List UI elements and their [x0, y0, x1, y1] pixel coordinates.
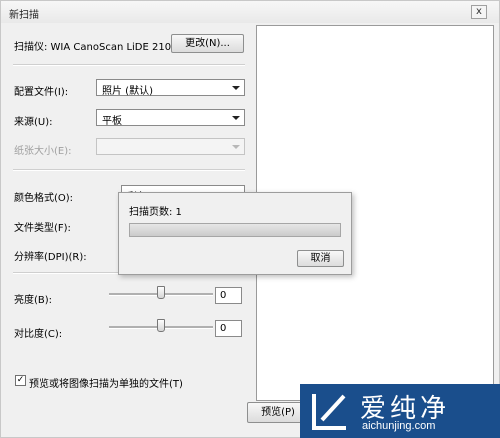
paper-size-dropdown[interactable]: [96, 138, 245, 155]
pages-scanned-label: 扫描页数: 1: [129, 207, 182, 218]
brightness-slider-thumb[interactable]: [157, 286, 165, 299]
contrast-slider-thumb[interactable]: [157, 319, 165, 332]
chevron-down-icon: [232, 145, 240, 149]
source-value: 平板: [102, 116, 122, 127]
separator: [13, 169, 245, 171]
change-scanner-button[interactable]: 更改(N)...: [171, 34, 244, 53]
contrast-label: 对比度(C):: [14, 329, 63, 340]
profile-label: 配置文件(I):: [14, 87, 69, 98]
watermark-logo: 爱纯净 aichunjing.com: [300, 384, 500, 438]
contrast-input[interactable]: 0: [215, 320, 242, 337]
source-dropdown[interactable]: 平板: [96, 109, 245, 127]
resolution-label: 分辨率(DPI)(R):: [14, 252, 87, 263]
separate-files-label: 预览或将图像扫描为单独的文件(T): [29, 379, 183, 390]
color-format-label: 颜色格式(O):: [14, 193, 74, 204]
window-title: 新扫描: [9, 10, 39, 21]
watermark-url: aichunjing.com: [362, 420, 436, 432]
title-bar: 新扫描 x: [1, 1, 499, 23]
profile-dropdown[interactable]: 照片 (默认): [96, 79, 245, 97]
brightness-label: 亮度(B):: [14, 295, 53, 306]
paper-size-label: 纸张大小(E):: [14, 146, 72, 157]
chevron-down-icon: [232, 86, 240, 90]
file-type-label: 文件类型(F):: [14, 223, 71, 234]
chevron-down-icon: [232, 116, 240, 120]
separator: [13, 64, 245, 66]
scan-progress-dialog: 扫描页数: 1 取消: [118, 192, 352, 275]
cancel-button[interactable]: 取消: [297, 250, 344, 267]
separate-files-checkbox[interactable]: ✓: [15, 375, 26, 386]
scanner-label: 扫描仪: WIA CanoScan LiDE 210: [14, 42, 172, 53]
source-label: 来源(U):: [14, 117, 53, 128]
progress-bar: [129, 223, 341, 237]
brand-logo-icon: [312, 394, 346, 430]
brightness-input[interactable]: 0: [215, 287, 242, 304]
close-button[interactable]: x: [471, 5, 487, 19]
profile-value: 照片 (默认): [102, 86, 153, 97]
